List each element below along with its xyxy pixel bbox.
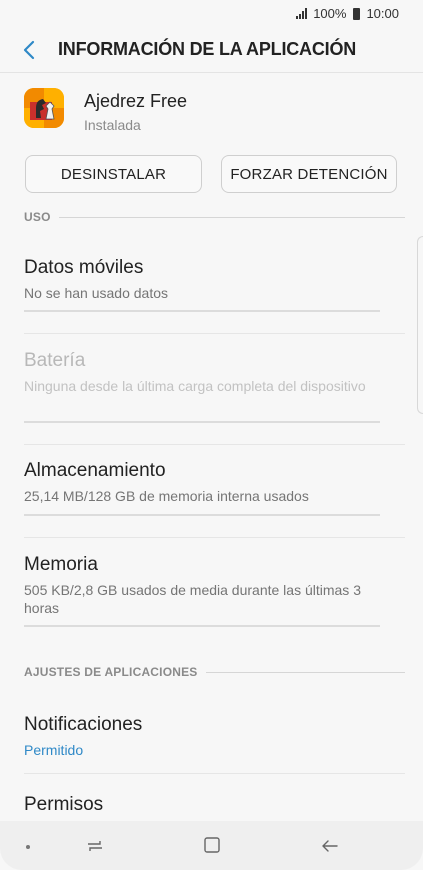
item-title: Memoria	[24, 554, 98, 575]
app-header: Ajedrez Free Instalada	[24, 86, 404, 136]
usage-bar	[24, 310, 380, 312]
item-title: Permisos	[24, 794, 104, 815]
item-summary: No se han usado datos	[24, 285, 168, 301]
list-item-permissions[interactable]: Permisos	[24, 794, 405, 816]
item-title: Almacenamiento	[24, 460, 166, 481]
page-title: INFORMACIÓN DE LA APLICACIÓN	[58, 39, 357, 59]
scroll-indicator[interactable]	[417, 236, 423, 414]
item-summary: 505 KB/2,8 GB usados de media durante la…	[24, 582, 361, 616]
navigation-bar	[0, 821, 423, 870]
recents-icon[interactable]	[85, 836, 105, 856]
item-title: Batería	[24, 350, 86, 371]
list-divider	[24, 773, 405, 774]
item-title: Datos móviles	[24, 257, 144, 278]
section-header-usage: USO	[24, 209, 405, 225]
list-divider	[24, 444, 405, 445]
app-install-status: Instalada	[84, 117, 141, 133]
list-item-notifications[interactable]: Notificaciones Permitido	[24, 714, 405, 759]
nav-dot-icon	[26, 845, 30, 849]
item-summary: Ninguna desde la última carga completa d…	[24, 378, 366, 394]
battery-icon	[353, 7, 361, 20]
list-item-storage[interactable]: Almacenamiento 25,14 MB/128 GB de memori…	[24, 460, 405, 505]
status-bar: 100% 10:00	[0, 0, 423, 28]
uninstall-button[interactable]: DESINSTALAR	[25, 155, 202, 193]
section-divider	[58, 216, 405, 218]
home-icon[interactable]	[203, 836, 221, 854]
list-item-battery: Batería Ninguna desde la última carga co…	[24, 350, 405, 395]
section-header-app-settings: AJUSTES DE APLICACIONES	[24, 664, 405, 680]
app-bar-divider	[0, 72, 423, 73]
section-title-usage: USO	[24, 210, 51, 224]
clock: 10:00	[366, 6, 399, 21]
back-arrow-icon[interactable]	[18, 36, 42, 64]
nav-back-icon[interactable]	[320, 836, 340, 856]
list-divider	[24, 537, 405, 538]
usage-bar	[24, 514, 380, 516]
list-divider	[24, 333, 405, 334]
usage-bar	[24, 625, 380, 627]
item-summary: 25,14 MB/128 GB de memoria interna usado…	[24, 488, 309, 504]
signal-icon	[296, 8, 308, 19]
list-item-mobile-data[interactable]: Datos móviles No se han usado datos	[24, 257, 405, 302]
chess-app-icon	[24, 88, 64, 128]
battery-percentage: 100%	[313, 6, 347, 21]
list-item-memory[interactable]: Memoria 505 KB/2,8 GB usados de media du…	[24, 554, 405, 617]
item-title: Notificaciones	[24, 714, 143, 735]
app-name: Ajedrez Free	[84, 91, 188, 111]
force-stop-button[interactable]: FORZAR DETENCIÓN	[221, 155, 397, 193]
item-summary: Permitido	[24, 742, 84, 758]
section-divider	[205, 671, 405, 673]
status-indicators: 100% 10:00	[296, 6, 399, 21]
section-title-app-settings: AJUSTES DE APLICACIONES	[24, 665, 198, 679]
app-bar: INFORMACIÓN DE LA APLICACIÓN	[0, 28, 423, 72]
usage-bar	[24, 421, 380, 423]
